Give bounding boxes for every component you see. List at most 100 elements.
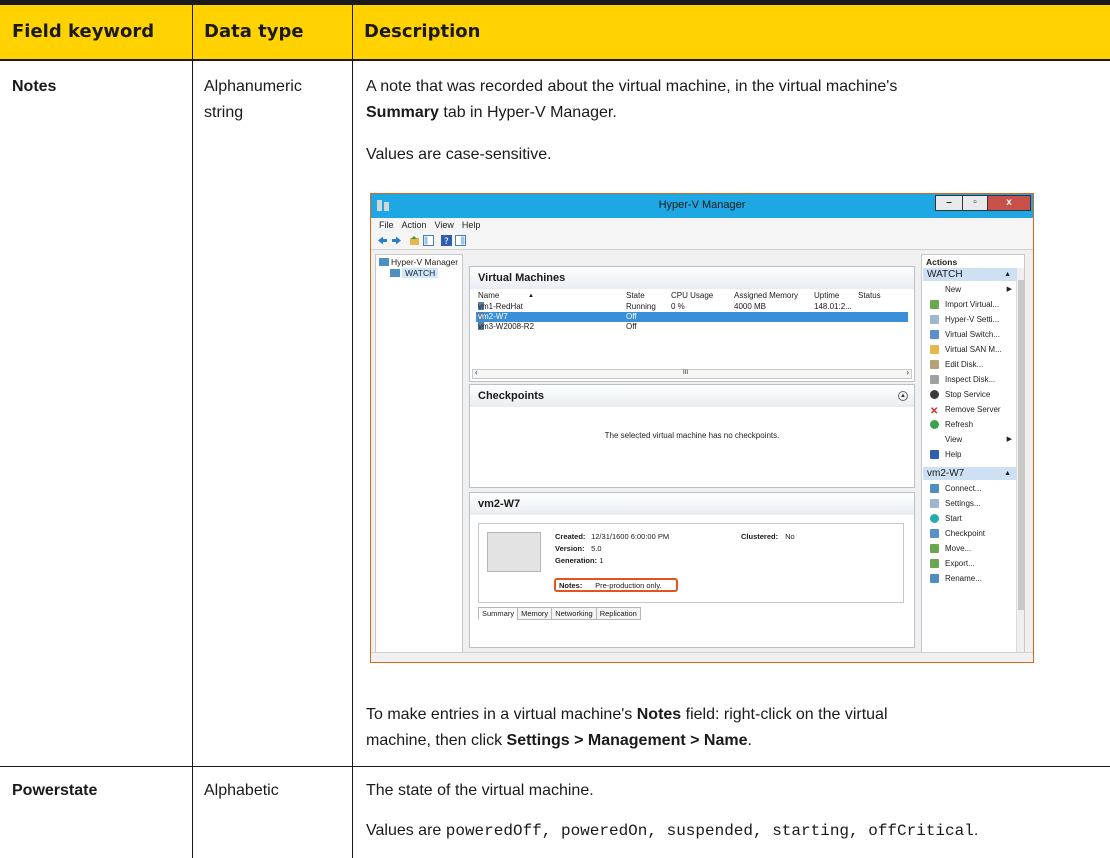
forward-arrow-icon[interactable]	[391, 235, 402, 246]
notes-desc-line1: A note that was recorded about the virtu…	[366, 78, 898, 95]
notes-highlight	[554, 578, 678, 592]
action-export[interactable]: Export...	[930, 558, 1016, 569]
vm-name: vm1-RedHat	[478, 302, 523, 311]
column-divider	[192, 5, 193, 858]
action-checkpoint[interactable]: Checkpoint	[930, 528, 1016, 539]
tab-networking[interactable]: Networking	[551, 607, 597, 620]
action-import-label: Import Virtual...	[945, 300, 1000, 309]
header-data-type: Data type	[204, 21, 304, 42]
action-edit-disk[interactable]: Edit Disk...	[930, 359, 1016, 370]
navigation-tree: Hyper-V Manager WATCH	[375, 254, 463, 656]
vm-row-vm3[interactable]: vm3-W2008-R2 Off	[476, 322, 908, 332]
menu-help[interactable]: Help	[462, 218, 481, 232]
action-hyperv-settings-label: Hyper-V Setti...	[945, 315, 1000, 324]
action-help[interactable]: Help	[930, 449, 1016, 460]
export-icon	[930, 559, 939, 568]
col-memory[interactable]: Assigned Memory	[734, 291, 798, 301]
rename-icon	[930, 574, 939, 583]
sort-arrow-icon: ▲	[528, 293, 534, 299]
action-pane-icon[interactable]	[455, 235, 466, 246]
submenu-arrow-icon: ▶	[1006, 286, 1012, 293]
action-start[interactable]: Start	[930, 513, 1016, 524]
actions-section-vm2[interactable]: vm2-W7 ▲	[923, 467, 1016, 480]
action-settings[interactable]: Settings...	[930, 498, 1016, 509]
submenu-arrow-icon: ▶	[1006, 436, 1012, 443]
action-inspect-disk[interactable]: Inspect Disk...	[930, 374, 1016, 385]
action-refresh[interactable]: Refresh	[930, 419, 1016, 430]
settings-icon	[930, 315, 939, 324]
action-stop-service-label: Stop Service	[945, 390, 991, 399]
action-virtual-switch[interactable]: Virtual Switch...	[930, 329, 1016, 340]
action-inspect-disk-label: Inspect Disk...	[945, 375, 996, 384]
action-rename[interactable]: Rename...	[930, 573, 1016, 584]
close-button[interactable]: x	[987, 195, 1031, 211]
action-start-label: Start	[945, 514, 962, 523]
up-folder-icon[interactable]	[409, 235, 420, 246]
collapse-icon[interactable]: ▲	[898, 391, 908, 401]
action-export-label: Export...	[945, 559, 975, 568]
help-icon[interactable]: ?	[441, 235, 452, 246]
scroll-right-icon[interactable]: ›	[906, 368, 909, 377]
actions-scrollbar[interactable]	[1016, 268, 1024, 656]
col-status[interactable]: Status	[858, 291, 881, 301]
server-manager-icon	[379, 258, 389, 266]
tab-memory[interactable]: Memory	[517, 607, 553, 620]
action-connect-label: Connect...	[945, 484, 982, 493]
action-virtual-san[interactable]: Virtual SAN M...	[930, 344, 1016, 355]
menu-view[interactable]: View	[435, 218, 454, 232]
col-name[interactable]: Name	[478, 291, 499, 301]
vm-row-vm1[interactable]: vm1-RedHat Running 0 % 4000 MB 148.01:2.…	[476, 302, 908, 312]
action-import[interactable]: Import Virtual...	[930, 299, 1016, 310]
maximize-button[interactable]: ▫	[962, 195, 988, 211]
values-codes: poweredOff, poweredOn, suspended, starti…	[445, 822, 974, 840]
action-new-label: New	[945, 285, 962, 294]
tree-root[interactable]: Hyper-V Manager	[379, 257, 458, 267]
action-hyperv-settings[interactable]: Hyper-V Setti...	[930, 314, 1016, 325]
action-move-label: Move...	[945, 544, 972, 553]
back-arrow-icon[interactable]	[377, 235, 388, 246]
created-field: Created: 12/31/1600 6:00:00 PM	[555, 532, 669, 541]
action-view[interactable]: View ▶	[930, 434, 1016, 445]
virtual-machines-pane: Virtual Machines Name ▲ State CPU Usage …	[469, 266, 915, 382]
row-divider	[0, 766, 1110, 767]
action-stop-service[interactable]: Stop Service	[930, 389, 1016, 400]
vm-uptime: 148.01:2...	[814, 302, 852, 311]
scroll-left-icon[interactable]: ‹	[475, 368, 478, 377]
action-settings-label: Settings...	[945, 499, 981, 508]
scroll-grip[interactable]: III	[683, 370, 688, 376]
notes-keyword: Notes	[12, 78, 57, 95]
header-description: Description	[364, 21, 481, 42]
action-refresh-label: Refresh	[945, 420, 974, 429]
powerstate-desc: The state of the virtual machine.	[366, 782, 594, 799]
vm-row-vm2[interactable]: vm2-W7 Off	[476, 312, 908, 322]
action-view-label: View	[945, 435, 963, 444]
horizontal-scrollbar[interactable]: ‹ III ›	[472, 368, 912, 379]
tab-replication[interactable]: Replication	[595, 607, 641, 620]
action-virtual-switch-label: Virtual Switch...	[945, 330, 1000, 339]
action-connect[interactable]: Connect...	[930, 483, 1016, 494]
version-label: Version:	[555, 544, 585, 553]
tab-summary[interactable]: Summary	[478, 607, 519, 620]
checkpoints-title: Checkpoints	[470, 385, 914, 407]
menu-action[interactable]: Action	[402, 218, 427, 232]
actions-scroll-thumb[interactable]	[1018, 280, 1024, 610]
col-cpu[interactable]: CPU Usage	[671, 291, 713, 301]
instr-notes-bold: Notes	[636, 706, 682, 723]
vm-table-header: Name ▲ State CPU Usage Assigned Memory U…	[476, 291, 908, 301]
collapse-up-icon[interactable]: ▲	[1004, 268, 1011, 281]
vm-thumbnail[interactable]	[487, 532, 541, 572]
generation-value: 1	[599, 556, 604, 565]
action-remove-server[interactable]: ✕ Remove Server	[930, 404, 1016, 417]
action-move[interactable]: Move...	[930, 543, 1016, 554]
col-uptime[interactable]: Uptime	[814, 291, 839, 301]
checkpoints-pane: Checkpoints ▲ The selected virtual machi…	[469, 384, 915, 488]
collapse-up-icon[interactable]: ▲	[1004, 467, 1011, 480]
show-hide-tree-icon[interactable]	[423, 235, 434, 246]
col-state[interactable]: State	[626, 291, 645, 301]
actions-section-watch[interactable]: WATCH ▲	[923, 268, 1016, 281]
menu-file[interactable]: File	[379, 218, 394, 232]
minimize-button[interactable]: –	[935, 195, 963, 211]
generation-label: Generation:	[555, 556, 598, 565]
tree-server-watch[interactable]: WATCH	[390, 268, 439, 278]
action-new[interactable]: New ▶	[930, 284, 1016, 295]
